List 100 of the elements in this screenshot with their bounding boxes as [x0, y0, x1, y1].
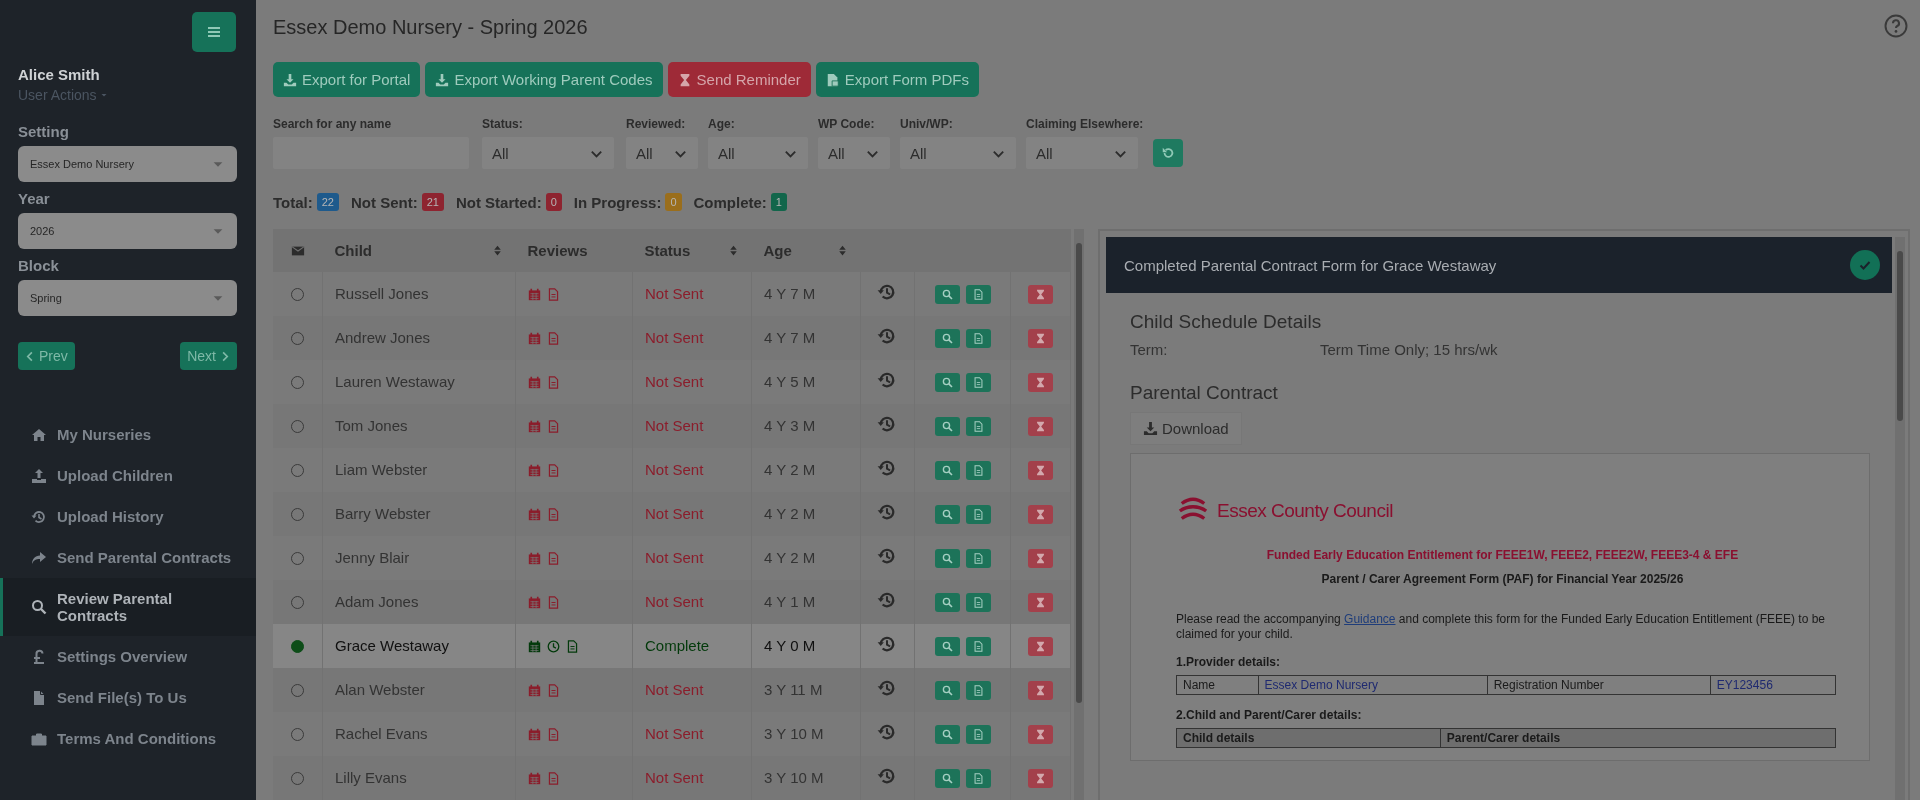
view-button[interactable]: [934, 636, 960, 656]
view-button[interactable]: [934, 416, 960, 436]
age-text: 4 Y 1 M: [751, 580, 861, 624]
download-button[interactable]: Download: [1130, 412, 1242, 445]
filter-select[interactable]: All: [626, 137, 698, 169]
organisation-name: Essex County Council: [1217, 500, 1393, 522]
reminder-button[interactable]: [1028, 460, 1054, 480]
select-field[interactable]: Spring: [18, 280, 237, 316]
document-button[interactable]: [965, 460, 991, 480]
search-icon: [941, 464, 953, 476]
clock-icon: [547, 639, 560, 653]
document-button[interactable]: [965, 372, 991, 392]
toolbar-button[interactable]: Export Working Parent Codes: [425, 62, 663, 97]
reminder-button[interactable]: [1028, 768, 1054, 788]
prev-button[interactable]: Prev: [18, 342, 75, 370]
document-icon: [972, 420, 984, 432]
child-name: Liam Webster: [322, 448, 516, 492]
status-text: Not Sent: [632, 756, 752, 800]
document-button[interactable]: [965, 328, 991, 348]
document-button[interactable]: [965, 768, 991, 788]
reminder-button[interactable]: [1028, 724, 1054, 744]
child-name: Rachel Evans: [322, 712, 516, 756]
nav-item[interactable]: My Nurseries: [0, 414, 256, 455]
select-field[interactable]: 2026: [18, 213, 237, 249]
view-button[interactable]: [934, 328, 960, 348]
count-badge: 0: [545, 193, 562, 211]
document-button[interactable]: [965, 636, 991, 656]
scrollbar[interactable]: [1895, 237, 1905, 800]
document-button[interactable]: [965, 504, 991, 524]
view-button[interactable]: [934, 372, 960, 392]
view-button[interactable]: [934, 284, 960, 304]
field-label: Year: [18, 190, 51, 207]
calendar-icon: [528, 551, 541, 565]
document-icon: [972, 288, 984, 300]
filter-select[interactable]: All: [482, 137, 614, 169]
reminder-button[interactable]: [1028, 372, 1054, 392]
document-button[interactable]: [965, 680, 991, 700]
nav-item[interactable]: Send Parental Contracts: [0, 537, 256, 578]
column-header[interactable]: Age: [763, 242, 792, 259]
status-text: Not Sent: [632, 536, 752, 580]
document-button[interactable]: [965, 416, 991, 436]
reminder-button[interactable]: [1028, 636, 1054, 656]
document-icon: [547, 683, 560, 697]
nav-item[interactable]: Terms And Conditions: [0, 718, 256, 759]
view-button[interactable]: [934, 768, 960, 788]
reminder-button[interactable]: [1028, 416, 1054, 436]
table-cell: Essex Demo Nursery: [1258, 675, 1488, 695]
nav-item[interactable]: Settings Overview: [0, 636, 256, 677]
view-button[interactable]: [934, 724, 960, 744]
reminder-button[interactable]: [1028, 504, 1054, 524]
document-button[interactable]: [965, 592, 991, 612]
reminder-button[interactable]: [1028, 592, 1054, 612]
download-icon: [435, 72, 450, 87]
view-button[interactable]: [934, 680, 960, 700]
reminder-button[interactable]: [1028, 680, 1054, 700]
document-heading: Funded Early Education Entitlement for FEEE1W, FEEE2, FEEE2W, FEEE3-4 & EFE: [1265, 548, 1740, 562]
toolbar-button[interactable]: Export Form PDFs: [815, 62, 979, 97]
status-text: Not Sent: [632, 404, 752, 448]
scrollbar[interactable]: [1074, 229, 1084, 800]
reminder-button[interactable]: [1028, 548, 1054, 568]
nav-item[interactable]: Upload History: [0, 496, 256, 537]
document-button[interactable]: [965, 284, 991, 304]
age-text: 4 Y 5 M: [751, 360, 861, 404]
user-actions-dropdown[interactable]: User Actions: [18, 87, 108, 103]
toolbar-button[interactable]: Send Reminder: [667, 62, 811, 97]
nav-item[interactable]: Upload Children: [0, 455, 256, 496]
reminder-button[interactable]: [1028, 328, 1054, 348]
hourglass-icon: [1035, 376, 1047, 388]
download-icon: [283, 72, 297, 87]
column-header[interactable]: Status: [644, 242, 691, 259]
status-text: Not Sent: [632, 360, 752, 404]
filter-select[interactable]: All: [708, 137, 808, 169]
filter-select[interactable]: All: [900, 137, 1016, 169]
guidance-link[interactable]: Guidance: [1344, 612, 1396, 626]
view-button[interactable]: [934, 548, 960, 568]
reset-button[interactable]: [1153, 139, 1184, 167]
count-badge: 0: [665, 193, 682, 211]
view-button[interactable]: [934, 504, 960, 524]
toolbar-button[interactable]: Export for Portal: [273, 62, 421, 97]
document-icon: [547, 375, 560, 389]
hourglass-icon: [1035, 772, 1047, 784]
document-button[interactable]: [965, 548, 991, 568]
document-icon: [547, 507, 560, 521]
next-button[interactable]: Next: [180, 342, 237, 370]
menu-button[interactable]: [192, 12, 236, 52]
view-button[interactable]: [934, 460, 960, 480]
nav-item[interactable]: Review Parental Contracts: [0, 578, 256, 636]
reminder-button[interactable]: [1028, 284, 1054, 304]
filter-select[interactable]: All: [818, 137, 890, 169]
document-button[interactable]: [965, 724, 991, 744]
view-button[interactable]: [934, 592, 960, 612]
count-badge: 22: [316, 193, 339, 211]
document-icon: [972, 684, 984, 696]
field-label: Setting: [18, 123, 70, 140]
select-field[interactable]: Essex Demo Nursery: [18, 146, 237, 182]
nav-item[interactable]: Send File(s) To Us: [0, 677, 256, 718]
radio-button[interactable]: [291, 639, 304, 653]
column-header[interactable]: Child: [334, 242, 372, 259]
filter-select[interactable]: All: [1026, 137, 1138, 169]
filter-label: Status:: [482, 117, 524, 131]
